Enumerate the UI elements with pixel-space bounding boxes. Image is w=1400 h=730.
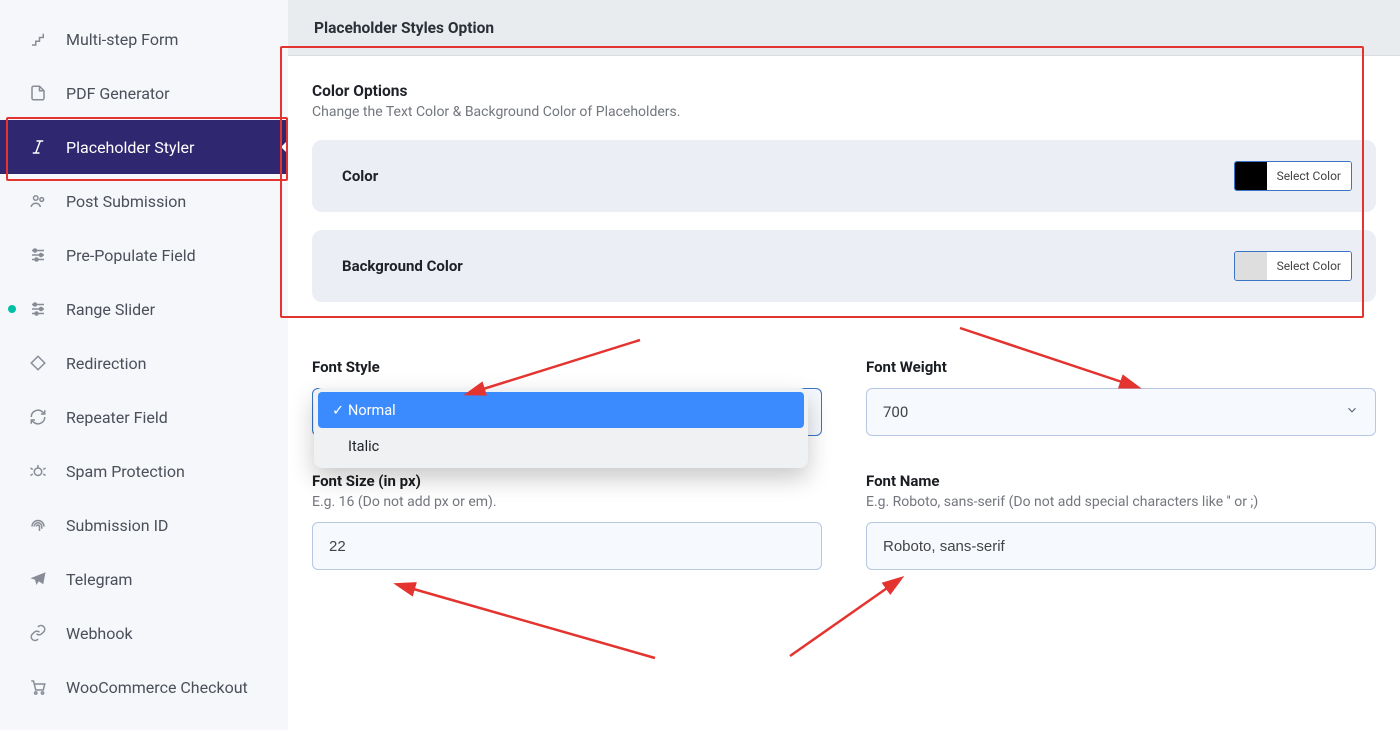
sidebar-item-multistep[interactable]: Multi-step Form: [0, 12, 288, 66]
fingerprint-icon: [28, 515, 48, 535]
color-row-label: Background Color: [342, 257, 463, 275]
sidebar-item-label: Submission ID: [66, 516, 168, 535]
diamond-icon: [28, 353, 48, 373]
color-swatch: [1235, 162, 1267, 190]
sidebar-item-telegram[interactable]: Telegram: [0, 552, 288, 606]
font-size-field: Font Size (in px) E.g. 16 (Do not add px…: [312, 472, 822, 570]
field-label: Font Style: [312, 358, 822, 376]
sidebar-item-postsub[interactable]: Post Submission: [0, 174, 288, 228]
color-picker-text[interactable]: Select Color: [1234, 161, 1352, 191]
italic-type-icon: [28, 137, 48, 157]
dropdown-option-italic[interactable]: Italic: [318, 428, 804, 464]
page-title: Placeholder Styles Option: [314, 19, 494, 37]
sidebar-item-repeater[interactable]: Repeater Field: [0, 390, 288, 444]
sidebar-item-prepop[interactable]: Pre-Populate Field: [0, 228, 288, 282]
sidebar-item-label: Range Slider: [66, 300, 155, 319]
sliders-icon: [28, 245, 48, 265]
font-size-input[interactable]: [312, 522, 822, 570]
section-subtitle: Change the Text Color & Background Color…: [312, 104, 1376, 120]
field-hint: E.g. Roboto, sans-serif (Do not add spec…: [866, 494, 1376, 510]
color-row-label: Color: [342, 167, 378, 185]
pdf-file-icon: [28, 83, 48, 103]
refresh-icon: [28, 407, 48, 427]
sidebar-item-label: Redirection: [66, 354, 146, 373]
font-weight-field: Font Weight 700: [866, 358, 1376, 436]
sidebar-item-label: Repeater Field: [66, 408, 168, 427]
option-label: Italic: [348, 438, 379, 455]
color-row-background: Background Color Select Color: [312, 230, 1376, 302]
sidebar: Multi-step Form PDF Generator Placeholde…: [0, 0, 288, 730]
color-options-section: Color Options Change the Text Color & Ba…: [312, 82, 1376, 302]
sidebar-item-label: Placeholder Styler: [66, 138, 194, 157]
font-style-dropdown: ✓ Normal Italic: [314, 388, 808, 468]
field-label: Font Name: [866, 472, 1376, 490]
check-icon: ✓: [332, 402, 348, 419]
sidebar-item-woo[interactable]: WooCommerce Checkout: [0, 660, 288, 714]
sidebar-item-label: Post Submission: [66, 192, 186, 211]
page-header: Placeholder Styles Option: [288, 0, 1400, 56]
sidebar-item-label: Telegram: [66, 570, 132, 589]
sidebar-item-subid[interactable]: Submission ID: [0, 498, 288, 552]
sidebar-item-range[interactable]: Range Slider: [0, 282, 288, 336]
select-color-button[interactable]: Select Color: [1267, 162, 1351, 190]
status-dot-icon: [8, 305, 16, 313]
cart-icon: [28, 677, 48, 697]
sidebar-item-spam[interactable]: Spam Protection: [0, 444, 288, 498]
select-color-button[interactable]: Select Color: [1267, 252, 1351, 280]
sidebar-item-placeholder[interactable]: Placeholder Styler: [0, 120, 288, 174]
option-label: Normal: [348, 402, 396, 419]
field-label: Font Weight: [866, 358, 1376, 376]
sidebar-item-pdfgen[interactable]: PDF Generator: [0, 66, 288, 120]
chevron-down-icon: [1345, 403, 1359, 421]
section-title: Color Options: [312, 82, 1376, 100]
sidebar-item-label: Multi-step Form: [66, 30, 178, 49]
color-picker-background[interactable]: Select Color: [1234, 251, 1352, 281]
font-name-input[interactable]: [866, 522, 1376, 570]
sliders-icon: [28, 299, 48, 319]
bug-icon: [28, 461, 48, 481]
font-weight-select[interactable]: 700: [866, 388, 1376, 436]
link-icon: [28, 623, 48, 643]
select-value: 700: [883, 403, 908, 421]
sidebar-item-label: WooCommerce Checkout: [66, 678, 248, 697]
color-swatch: [1235, 252, 1267, 280]
color-row-text: Color Select Color: [312, 140, 1376, 212]
sidebar-item-webhook[interactable]: Webhook: [0, 606, 288, 660]
field-hint: E.g. 16 (Do not add px or em).: [312, 494, 822, 510]
field-label: Font Size (in px): [312, 472, 822, 490]
stairs-icon: [28, 29, 48, 49]
sidebar-item-label: Webhook: [66, 624, 133, 643]
people-icon: [28, 191, 48, 211]
font-name-field: Font Name E.g. Roboto, sans-serif (Do no…: [866, 472, 1376, 570]
sidebar-item-redirection[interactable]: Redirection: [0, 336, 288, 390]
telegram-icon: [28, 569, 48, 589]
dropdown-option-normal[interactable]: ✓ Normal: [318, 392, 804, 428]
main-area: Placeholder Styles Option Color Options …: [288, 0, 1400, 730]
sidebar-item-label: Pre-Populate Field: [66, 246, 196, 265]
sidebar-item-label: Spam Protection: [66, 462, 185, 481]
sidebar-item-label: PDF Generator: [66, 84, 170, 103]
